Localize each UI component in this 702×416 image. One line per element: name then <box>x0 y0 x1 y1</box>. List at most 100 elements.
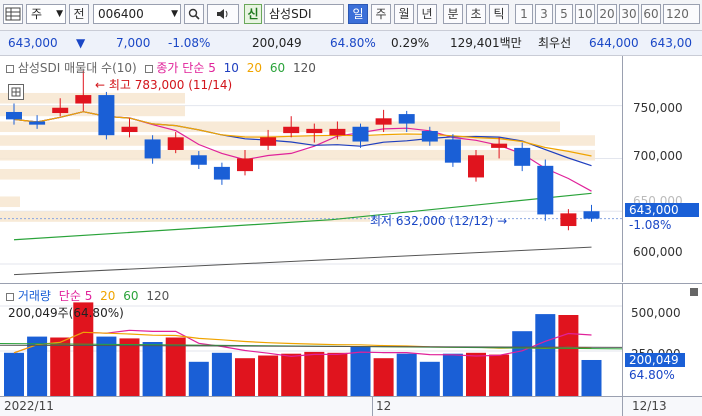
candle-body <box>537 165 554 215</box>
ma120-legend: 120 <box>293 61 316 75</box>
volume-profile-band <box>0 92 185 104</box>
kind-label[interactable]: 전 <box>69 4 89 24</box>
current-price: 643,000 <box>8 36 58 50</box>
candle-body <box>29 121 46 125</box>
volume-bar <box>188 361 209 396</box>
price-chart <box>0 70 622 276</box>
period-tab-month[interactable]: 월 <box>394 4 414 24</box>
period-tab-year[interactable]: 년 <box>417 4 437 24</box>
volume-legend-title[interactable]: 거래량 <box>18 289 51 303</box>
x-label-end: 12/13 <box>632 399 667 413</box>
chevron-down-icon: ▼ <box>171 9 178 19</box>
period-tab-second[interactable]: 초 <box>466 4 486 24</box>
candle-body <box>491 143 508 148</box>
candle-body <box>352 126 369 142</box>
low-annotation-text: 최저 632,000 (12/12) <box>370 214 494 228</box>
ma-legend-label[interactable]: 종가 단순 <box>156 61 204 75</box>
ma60-legend: 60 <box>269 61 286 75</box>
vol-ma20-legend: 20 <box>100 289 116 303</box>
volume-ma-label[interactable]: 단순 <box>59 289 81 303</box>
candle-body <box>52 107 69 114</box>
volume-value: 200,049 <box>252 36 302 50</box>
candle-body <box>6 111 22 120</box>
volume-bar <box>304 351 325 396</box>
volume-bar <box>396 353 417 396</box>
volume-bar <box>4 352 24 396</box>
type-select[interactable]: 주 ▼ <box>26 4 66 24</box>
period-tab-week[interactable]: 주 <box>371 4 391 24</box>
period-tab-day[interactable]: 일 <box>348 4 368 24</box>
ma120-line <box>13 246 592 276</box>
legend-box-icon <box>6 292 14 301</box>
date-axis: 2022/11 12 12/13 <box>0 397 702 416</box>
volume-profile-legend[interactable]: 삼성SDI 매물대 수(10) <box>18 61 137 75</box>
candle-body <box>329 128 346 136</box>
volume-profile-band <box>0 121 560 133</box>
y-tick-600000: 600,000 <box>633 245 683 259</box>
best-bid-price: 643,00 <box>650 36 692 50</box>
candle-body <box>468 155 484 178</box>
y-tick-750000: 750,000 <box>633 101 683 115</box>
candle-body <box>583 211 600 219</box>
stock-code-input[interactable]: 006400 ▼ <box>93 4 181 24</box>
volume-bar <box>442 353 463 396</box>
interval-button-60[interactable]: 60 <box>641 4 661 24</box>
ma5-legend: 5 <box>208 61 216 75</box>
candle-body <box>167 137 184 150</box>
interval-button-5[interactable]: 5 <box>555 4 573 24</box>
candle-body <box>444 139 461 163</box>
volume-bar <box>535 314 556 396</box>
candle-body <box>306 128 323 134</box>
volume-profile-band <box>0 169 80 180</box>
ma10-legend: 10 <box>223 61 239 75</box>
volume-bar <box>211 352 232 396</box>
volume-bar <box>512 331 533 396</box>
volume-bar <box>419 361 440 396</box>
chevron-down-icon: ▼ <box>56 9 63 19</box>
interval-button-30[interactable]: 30 <box>619 4 639 24</box>
stock-code-value: 006400 <box>98 7 144 21</box>
y-tick-700000: 700,000 <box>633 149 683 163</box>
volume-chart-panel[interactable]: 거래량 단순 5 20 60 120 200,049주(64.80%) <box>0 284 623 396</box>
x-divider <box>372 397 373 416</box>
candle-body <box>560 213 577 227</box>
quote-bar: 643,000 ▼ 7,000 -1.08% 200,049 64.80% 0.… <box>0 31 702 56</box>
vol-ma5-legend: 5 <box>84 289 93 303</box>
stock-name-field[interactable]: 삼성SDI <box>264 4 344 24</box>
collapse-icon[interactable] <box>690 288 698 296</box>
high-annotation: ← 최고 783,000 (11/14) <box>95 76 232 93</box>
price-legend: 삼성SDI 매물대 수(10) 종가 단순 5 10 20 60 120 <box>6 59 316 76</box>
period-tab-tick[interactable]: 틱 <box>489 4 509 24</box>
volume-bar <box>142 342 163 396</box>
candle-body <box>260 137 277 146</box>
interval-button-120[interactable]: 120 <box>663 4 700 24</box>
candle-body <box>237 158 253 172</box>
volume-bar <box>489 354 510 396</box>
interval-button-10[interactable]: 10 <box>575 4 595 24</box>
candle-body <box>213 166 230 180</box>
candle-body <box>121 126 138 133</box>
candle-body <box>398 114 415 124</box>
candle-body <box>514 147 531 166</box>
legend-box-icon <box>6 64 14 73</box>
interval-button-20[interactable]: 20 <box>597 4 617 24</box>
x-axis-divider <box>622 397 623 416</box>
interval-button-3[interactable]: 3 <box>535 4 553 24</box>
sound-icon[interactable] <box>207 4 239 24</box>
price-chart-panel[interactable]: 삼성SDI 매물대 수(10) 종가 단순 5 10 20 60 120 ← 최… <box>0 56 623 282</box>
volume-bar <box>581 359 602 396</box>
search-icon[interactable] <box>184 4 204 24</box>
interval-button-1[interactable]: 1 <box>515 4 533 24</box>
toolbar: 주 ▼ 전 006400 ▼ 신 삼성SDI 일 주 월 년 분 초 틱 1 3… <box>0 0 702 31</box>
period-tab-minute[interactable]: 분 <box>443 4 463 24</box>
volume-bar <box>235 358 255 396</box>
grid-icon[interactable] <box>3 4 23 24</box>
candle-body <box>421 130 438 142</box>
x-label-start: 2022/11 <box>4 399 54 413</box>
price-change-pct: -1.08% <box>168 36 211 50</box>
volume-profile-band <box>0 105 185 117</box>
chart-settings-icon[interactable] <box>8 84 24 100</box>
vol-ma120-legend: 120 <box>146 289 170 303</box>
volume-bar <box>119 338 140 396</box>
x-label-month: 12 <box>376 399 392 413</box>
